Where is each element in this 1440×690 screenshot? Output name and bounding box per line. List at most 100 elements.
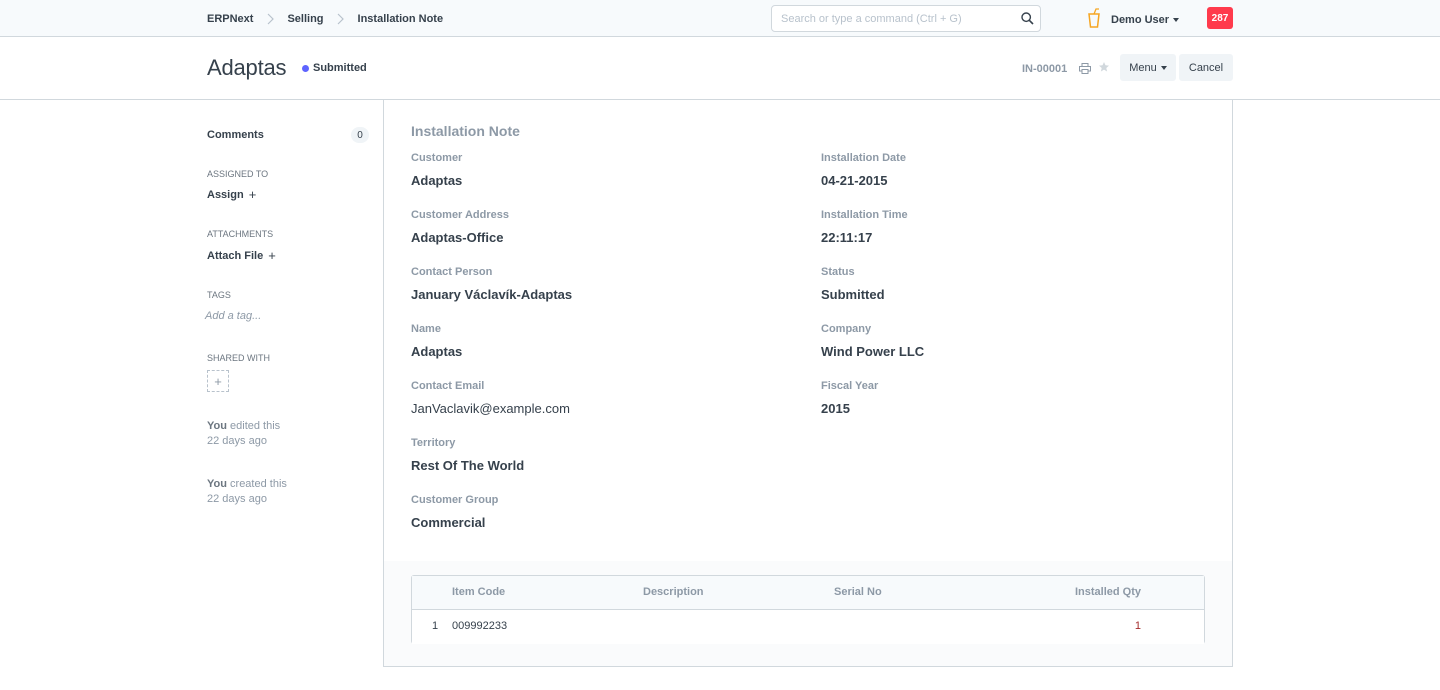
timeline-actor: You [207, 420, 227, 432]
breadcrumb-installation-note[interactable]: Installation Note [358, 13, 444, 25]
assign-link[interactable]: Assign + [207, 187, 256, 202]
page-header: Adaptas Submitted IN-00001 Menu Cancel [0, 37, 1440, 100]
field-label: Contact Person [411, 266, 493, 278]
star-icon[interactable] [1098, 61, 1110, 76]
user-menu[interactable]: Demo User [1087, 8, 1180, 31]
field-installation-date: Installation Date 04-21-2015 [821, 152, 1201, 188]
breadcrumb-erpnext[interactable]: ERPNext [207, 13, 253, 25]
search-input[interactable] [772, 6, 1012, 31]
column-header-installed-qty: Installed Qty [1074, 586, 1141, 598]
cancel-button[interactable]: Cancel [1179, 54, 1233, 81]
search-icon[interactable] [1021, 12, 1034, 28]
field-contact-email: Contact Email JanVaclavik@example.com [411, 380, 791, 416]
field-customer-group: Customer Group Commercial [411, 494, 791, 530]
field-contact-person: Contact Person January Václavík-Adaptas [411, 266, 791, 302]
field-value: Wind Power LLC [821, 344, 925, 359]
status-label: Submitted [313, 62, 367, 74]
items-section: Item Code Description Serial No Installe… [384, 561, 1232, 666]
field-label: Customer Group [411, 494, 499, 506]
field-label: Installation Date [821, 152, 906, 164]
field-territory: Territory Rest Of The World [411, 437, 791, 473]
items-table: Item Code Description Serial No Installe… [411, 575, 1205, 644]
timeline-actor: You [207, 478, 227, 490]
document-name: IN-00001 [1022, 63, 1068, 75]
menu-button-label: Menu [1129, 61, 1157, 74]
search-bar [771, 5, 1041, 32]
table-header: Item Code Description Serial No Installe… [412, 576, 1204, 610]
field-label: Territory [411, 437, 456, 449]
field-fiscal-year: Fiscal Year 2015 [821, 380, 1201, 416]
field-label: Customer [411, 152, 463, 164]
timeline-time: 22 days ago [207, 435, 267, 447]
field-label: Contact Email [411, 380, 485, 392]
field-label: Customer Address [411, 209, 510, 221]
field-value: JanVaclavik@example.com [411, 401, 570, 416]
shared-with-heading: SHARED WITH [207, 353, 270, 363]
field-value: Commercial [411, 515, 486, 530]
navbar: ERPNext Selling Installation Note Demo U… [0, 0, 1440, 37]
field-value: 04-21-2015 [821, 173, 888, 188]
user-name: Demo User [1111, 13, 1170, 26]
breadcrumb-selling[interactable]: Selling [287, 13, 323, 25]
field-customer: Customer Adaptas [411, 152, 791, 188]
field-label: Fiscal Year [821, 380, 879, 392]
print-icon[interactable] [1079, 62, 1091, 77]
add-share-button[interactable]: + [207, 370, 229, 392]
status-indicator: Submitted [302, 62, 367, 74]
timeline-item: You created this 22 days ago [207, 477, 287, 507]
table-row[interactable]: 1 009992233 1 [412, 610, 1204, 644]
plus-icon: + [268, 248, 276, 263]
row-index: 1 [432, 620, 439, 632]
cell-installed-qty: 1 [1134, 620, 1141, 632]
field-value: Adaptas [411, 344, 463, 359]
notification-badge[interactable]: 287 [1207, 7, 1233, 29]
plus-icon: + [214, 373, 222, 389]
menu-button[interactable]: Menu [1120, 54, 1176, 81]
field-status: Status Submitted [821, 266, 1201, 302]
attachments-heading: ATTACHMENTS [207, 229, 274, 239]
chevron-right-icon [253, 13, 287, 25]
field-label: Name [411, 323, 441, 335]
cell-item-code: 009992233 [452, 620, 508, 632]
field-label: Company [821, 323, 872, 335]
field-company: Company Wind Power LLC [821, 323, 1201, 359]
column-header-item-code: Item Code [452, 586, 506, 598]
timeline-action: created this [226, 478, 287, 490]
field-name: Name Adaptas [411, 323, 791, 359]
tags-heading: TAGS [207, 290, 231, 300]
status-dot [302, 64, 309, 72]
assigned-to-heading: ASSIGNED TO [207, 169, 269, 179]
caret-down-icon [1173, 17, 1180, 22]
field-label: Status [821, 266, 855, 278]
add-tag-input[interactable]: Add a tag... [205, 310, 261, 322]
drink-cup-icon [1087, 8, 1101, 31]
column-header-description: Description [643, 586, 704, 598]
form-layout: Installation Note Customer Adaptas Custo… [383, 100, 1233, 667]
assign-label: Assign [207, 188, 244, 201]
attach-file-link[interactable]: Attach File + [207, 248, 276, 263]
page-title: Adaptas [207, 55, 287, 80]
field-installation-time: Installation Time 22:11:17 [821, 209, 1201, 245]
timeline-time: 22 days ago [207, 493, 267, 505]
sidebar-comments[interactable]: Comments 0 [207, 127, 369, 143]
section-title: Installation Note [411, 123, 520, 139]
breadcrumb: ERPNext Selling Installation Note [207, 0, 443, 37]
comments-count-badge: 0 [351, 127, 369, 143]
caret-down-icon [1160, 65, 1167, 70]
attach-file-label: Attach File [207, 249, 264, 262]
field-label: Installation Time [821, 209, 908, 221]
field-customer-address: Customer Address Adaptas-Office [411, 209, 791, 245]
field-value: Rest Of The World [411, 458, 525, 473]
field-value: Adaptas-Office [411, 230, 504, 245]
field-value: 2015 [821, 401, 850, 416]
column-header-serial-no: Serial No [834, 586, 882, 598]
timeline-item: You edited this 22 days ago [207, 419, 280, 449]
field-value: January Václavík-Adaptas [411, 287, 573, 302]
field-value: 22:11:17 [821, 230, 873, 245]
plus-icon: + [248, 187, 257, 202]
field-value: Submitted [821, 287, 885, 302]
chevron-right-icon [324, 13, 358, 25]
field-value: Adaptas [411, 173, 463, 188]
comments-label: Comments [207, 129, 264, 141]
timeline-action: edited this [226, 420, 281, 432]
